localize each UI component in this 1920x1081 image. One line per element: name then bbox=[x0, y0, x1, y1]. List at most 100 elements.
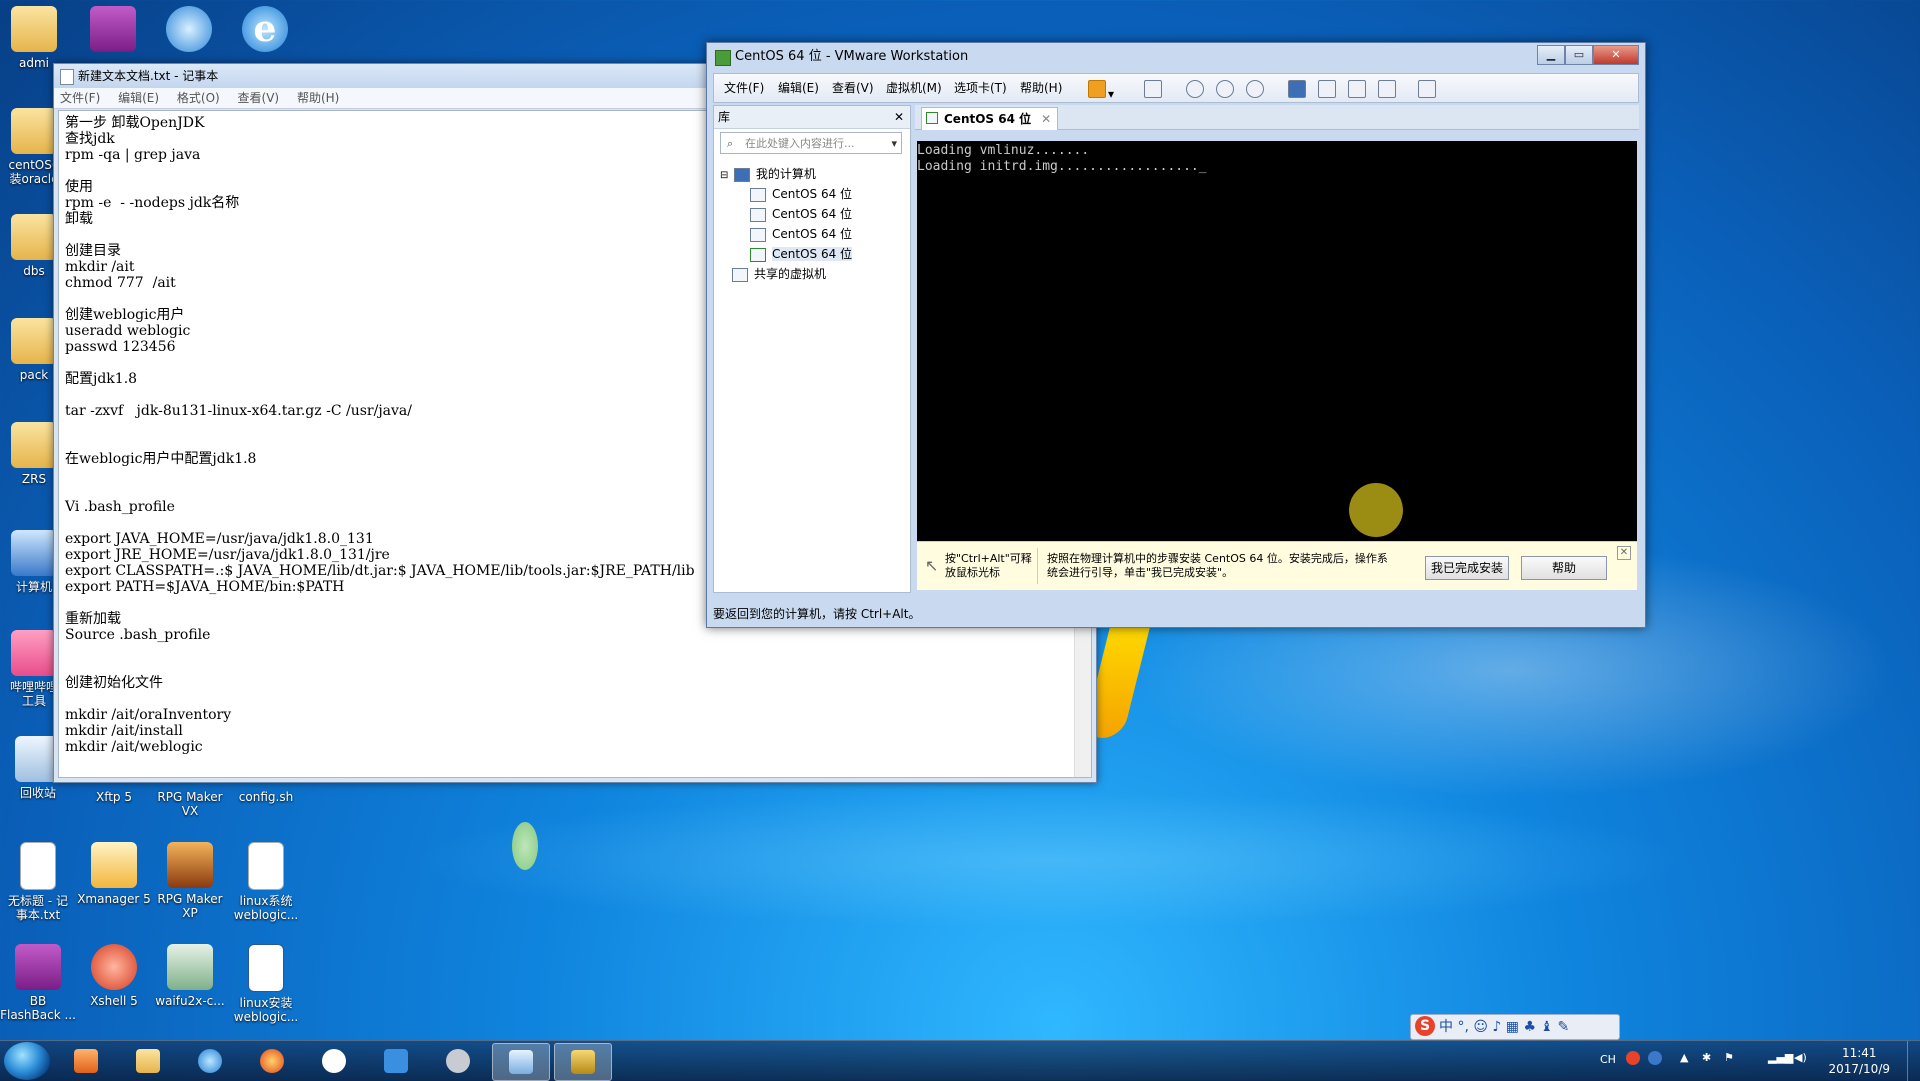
ime-toolbar[interactable]: S中 °, ☺ ♪ ▦ ♣ ♝ ✎ bbox=[1410, 1014, 1620, 1040]
close-tab-icon[interactable]: ✕ bbox=[1041, 108, 1051, 130]
sogou-tray-icon[interactable] bbox=[1626, 1051, 1640, 1065]
ie-icon bbox=[198, 1049, 222, 1073]
notepad-icon bbox=[60, 69, 74, 85]
tree-shared-vms[interactable]: 共享的虚拟机 bbox=[720, 264, 904, 284]
close-library-icon[interactable]: ✕ bbox=[894, 106, 904, 128]
ie-top-icon[interactable]: e bbox=[242, 6, 288, 52]
flashback-top-icon[interactable] bbox=[90, 6, 136, 52]
language-indicator[interactable]: CH bbox=[1600, 1053, 1616, 1066]
text-file-icon bbox=[20, 842, 56, 890]
taskbar-grid-app[interactable] bbox=[368, 1043, 424, 1079]
taskbar-media-player[interactable] bbox=[58, 1043, 114, 1079]
pause-icon[interactable] bbox=[1088, 80, 1106, 98]
desktop-icon-xmanager[interactable]: Xmanager 5 bbox=[74, 842, 154, 906]
vmware-titlebar[interactable]: CentOS 64 位 - VMware Workstation ▁ ▭ ✕ bbox=[707, 43, 1645, 71]
app-icon bbox=[446, 1049, 470, 1073]
show-hidden-icons[interactable]: ▲ bbox=[1680, 1051, 1688, 1064]
tree-vm-item[interactable]: CentOS 64 位 bbox=[720, 184, 904, 204]
tree-vm-item-selected[interactable]: CentOS 64 位 bbox=[720, 244, 904, 264]
vm-menu-edit[interactable]: 编辑(E) bbox=[778, 74, 819, 102]
clock-date: 2017/10/9 bbox=[1828, 1062, 1890, 1076]
action-center-icon[interactable]: ⚑ bbox=[1724, 1051, 1734, 1064]
collapse-icon[interactable]: ⊟ bbox=[720, 166, 730, 186]
send-ctrl-alt-del-icon[interactable] bbox=[1144, 80, 1162, 98]
rpgmaker-icon bbox=[167, 842, 213, 888]
desktop-icon-waifu2x[interactable]: waifu2x-c... bbox=[150, 944, 230, 1008]
desktop-icon-xshell[interactable]: Xshell 5 bbox=[74, 944, 154, 1008]
tab-centos[interactable]: CentOS 64 位 ✕ bbox=[921, 107, 1059, 130]
menu-file[interactable]: 文件(F) bbox=[60, 91, 100, 105]
menu-help[interactable]: 帮助(H) bbox=[297, 91, 339, 105]
desktop-icon-admin[interactable]: admi bbox=[0, 6, 74, 70]
network-icon[interactable]: ▂▄▆ bbox=[1768, 1051, 1793, 1064]
close-button[interactable]: ✕ bbox=[1593, 45, 1639, 65]
vm-icon bbox=[750, 207, 766, 222]
vmware-title: CentOS 64 位 - VMware Workstation bbox=[735, 49, 969, 64]
folder-icon bbox=[136, 1049, 160, 1073]
unity-icon[interactable] bbox=[1378, 80, 1396, 98]
console-view-icon[interactable] bbox=[1418, 80, 1436, 98]
snapshot-manager-icon[interactable] bbox=[1246, 80, 1264, 98]
device-icons[interactable] bbox=[1519, 607, 1609, 621]
revert-snapshot-icon[interactable] bbox=[1216, 80, 1234, 98]
desktop-icon-bb-flashback[interactable]: BB FlashBack ... bbox=[0, 944, 78, 1022]
finished-install-button[interactable]: 我已完成安装 bbox=[1425, 556, 1509, 580]
menu-format[interactable]: 格式(O) bbox=[177, 91, 220, 105]
clock[interactable]: 11:41 2017/10/9 bbox=[1828, 1045, 1890, 1077]
close-hint-icon[interactable]: ✕ bbox=[1617, 546, 1631, 560]
snapshot-icon[interactable] bbox=[1186, 80, 1204, 98]
vm-menu-file[interactable]: 文件(F) bbox=[724, 74, 764, 102]
taskbar-ie[interactable] bbox=[182, 1043, 238, 1079]
vmware-window[interactable]: CentOS 64 位 - VMware Workstation ▁ ▭ ✕ 文… bbox=[706, 42, 1646, 628]
show-library-icon[interactable] bbox=[1288, 80, 1306, 98]
tree-my-computer[interactable]: ⊟ 我的计算机 bbox=[720, 164, 904, 184]
start-button[interactable] bbox=[4, 1042, 50, 1080]
waifu2x-icon bbox=[167, 944, 213, 990]
computer-icon bbox=[733, 167, 750, 182]
minimize-button[interactable]: ▁ bbox=[1537, 45, 1565, 65]
taskbar-vmware[interactable] bbox=[554, 1043, 612, 1081]
desktop-icon-linux-weblogic-1[interactable]: linux系统 weblogic... bbox=[226, 842, 306, 922]
desktop-icon-linux-weblogic-2[interactable]: linux安装 weblogic... bbox=[226, 944, 306, 1024]
grid-icon bbox=[384, 1049, 408, 1073]
chevron-down-icon[interactable]: ▾ bbox=[1108, 80, 1124, 101]
folder-icon bbox=[11, 318, 57, 364]
vm-icon bbox=[750, 187, 766, 202]
vm-console-screen[interactable]: Loading vmlinuz....... Loading initrd.im… bbox=[917, 141, 1637, 541]
maximize-button[interactable]: ▭ bbox=[1565, 45, 1593, 65]
menu-view[interactable]: 查看(V) bbox=[238, 91, 280, 105]
bluetooth-icon[interactable]: ✱ bbox=[1702, 1051, 1711, 1064]
firefox-html-icon bbox=[248, 842, 284, 890]
flashback-icon bbox=[15, 944, 61, 990]
sogou-icon[interactable]: S bbox=[1415, 1016, 1435, 1036]
thumbnail-bar-icon[interactable] bbox=[1318, 80, 1336, 98]
tree-vm-item[interactable]: CentOS 64 位 bbox=[720, 224, 904, 244]
home-icon bbox=[926, 112, 938, 124]
folder-icon bbox=[11, 108, 57, 154]
show-desktop-button[interactable] bbox=[1907, 1041, 1920, 1081]
vm-icon bbox=[750, 227, 766, 242]
taskbar-cloud-app[interactable] bbox=[306, 1043, 362, 1079]
vm-menu-vm[interactable]: 虚拟机(M) bbox=[886, 74, 942, 102]
vm-menu-tabs[interactable]: 选项卡(T) bbox=[954, 74, 1007, 102]
menu-edit[interactable]: 编辑(E) bbox=[118, 91, 159, 105]
chevron-down-icon[interactable]: ▾ bbox=[891, 133, 897, 155]
taskbar-misc-app[interactable] bbox=[430, 1043, 486, 1079]
vm-menu-help[interactable]: 帮助(H) bbox=[1020, 74, 1062, 102]
desktop-icon-untitled-txt[interactable]: 无标题 - 记 事本.txt bbox=[0, 842, 78, 922]
taskbar-explorer[interactable] bbox=[120, 1043, 176, 1079]
notepad-title: 新建文本文档.txt - 记事本 bbox=[78, 69, 219, 83]
desktop-icon-rpgmaker-xp[interactable]: RPG Maker XP bbox=[150, 842, 230, 920]
volume-icon[interactable]: ◀) bbox=[1794, 1051, 1807, 1064]
fullscreen-icon[interactable] bbox=[1348, 80, 1366, 98]
tree-vm-item[interactable]: CentOS 64 位 bbox=[720, 204, 904, 224]
computer-icon bbox=[11, 530, 57, 576]
help-tray-icon[interactable] bbox=[1648, 1051, 1662, 1065]
vm-menu-view[interactable]: 查看(V) bbox=[832, 74, 874, 102]
help-button[interactable]: 帮助 bbox=[1521, 556, 1607, 580]
library-search-input[interactable]: ⌕ 在此处键入内容进行... ▾ bbox=[720, 132, 902, 154]
folder-icon bbox=[11, 214, 57, 260]
taskbar-firefox[interactable] bbox=[244, 1043, 300, 1079]
taskbar-notepad[interactable] bbox=[492, 1043, 550, 1081]
browser-top-icon[interactable] bbox=[166, 6, 212, 52]
